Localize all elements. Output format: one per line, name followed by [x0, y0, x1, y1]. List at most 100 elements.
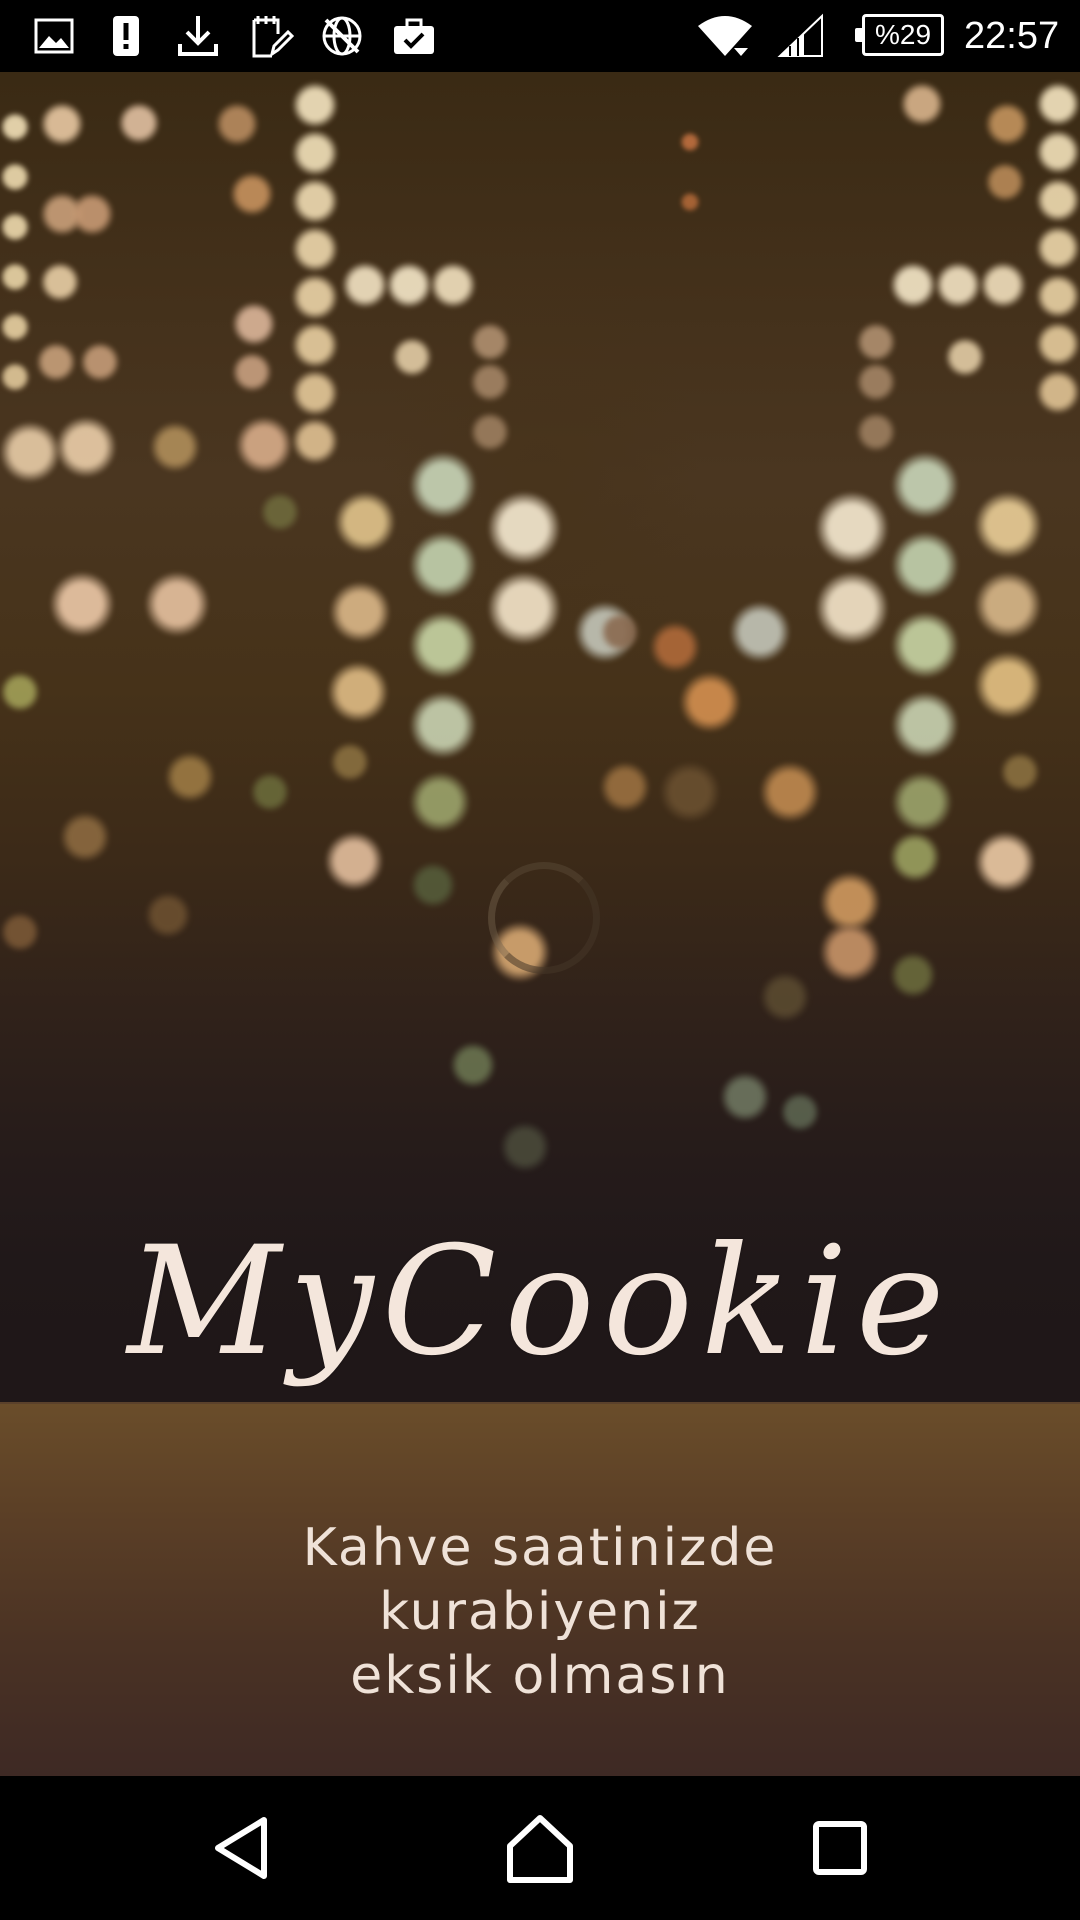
bokeh-light	[292, 418, 338, 464]
bokeh-light	[0, 162, 30, 192]
bokeh-light	[1036, 130, 1080, 174]
signal-icon	[776, 12, 826, 60]
bokeh-light	[680, 192, 700, 212]
bokeh-light	[975, 652, 1041, 718]
slogan-text: Kahve saatinizde kurabiyeniz eksik olmas…	[0, 1516, 1080, 1708]
home-icon[interactable]	[500, 1808, 580, 1888]
bokeh-light	[410, 612, 476, 678]
bokeh-light	[892, 772, 952, 832]
bokeh-light	[292, 178, 338, 224]
bokeh-light	[450, 1042, 496, 1088]
bokeh-light	[410, 452, 476, 518]
bokeh-light	[230, 172, 274, 216]
app-logo-title: MyCookie	[127, 1215, 953, 1389]
slogan-line: eksik olmasın	[350, 1646, 730, 1706]
bokeh-light	[985, 162, 1025, 202]
bokeh-light	[816, 492, 888, 564]
bokeh-light	[470, 412, 510, 452]
bokeh-light	[410, 692, 476, 758]
bokeh-light	[292, 226, 338, 272]
bokeh-light	[856, 322, 896, 362]
bokeh-light	[56, 417, 116, 477]
bokeh-light	[892, 532, 958, 598]
edit-note-icon	[246, 12, 294, 60]
bokeh-light	[292, 274, 338, 320]
bokeh-light	[410, 772, 470, 832]
bokeh-light	[330, 582, 390, 642]
bokeh-light	[1000, 752, 1040, 792]
bokeh-light	[1036, 82, 1080, 126]
bokeh-light	[40, 102, 84, 146]
slogan-line: kurabiyeniz	[379, 1582, 701, 1642]
bokeh-light	[145, 892, 191, 938]
bokeh-light	[215, 102, 259, 146]
bokeh-light	[410, 532, 476, 598]
bokeh-light	[50, 572, 114, 636]
bokeh-light	[260, 492, 300, 532]
bokeh-light	[0, 212, 30, 242]
bokeh-light	[892, 612, 958, 678]
bokeh-light	[0, 362, 30, 392]
bokeh-light	[975, 572, 1041, 638]
bokeh-light	[660, 762, 720, 822]
bokeh-light	[0, 422, 60, 482]
bokeh-light	[40, 262, 80, 302]
bokeh-light	[945, 337, 985, 377]
bokeh-light	[392, 337, 432, 377]
bokeh-light	[900, 82, 944, 126]
bokeh-light	[80, 342, 120, 382]
bokeh-light	[500, 1122, 550, 1172]
bokeh-light	[488, 492, 560, 564]
bokeh-light	[650, 622, 700, 672]
bokeh-light	[985, 102, 1029, 146]
loading-spinner	[488, 862, 600, 974]
bokeh-light	[1036, 226, 1080, 270]
bokeh-light	[760, 972, 810, 1022]
bokeh-light	[1036, 370, 1080, 414]
bokeh-light	[342, 262, 388, 308]
bokeh-light	[60, 812, 110, 862]
bokeh-light	[36, 342, 76, 382]
bokeh-light	[820, 922, 880, 982]
bokeh-light	[250, 772, 290, 812]
bokeh-light	[292, 370, 338, 416]
bokeh-light	[680, 132, 700, 152]
bokeh-light	[118, 102, 160, 144]
bokeh-light	[1036, 322, 1080, 366]
bokeh-light	[70, 192, 114, 236]
bokeh-light	[892, 692, 958, 758]
download-icon	[174, 12, 222, 60]
bokeh-light	[328, 662, 388, 722]
bokeh-light	[856, 362, 896, 402]
status-time: 22:57	[964, 15, 1060, 57]
wifi-icon	[696, 12, 754, 60]
recents-icon[interactable]	[800, 1808, 880, 1888]
bokeh-light	[890, 262, 936, 308]
bokeh-light	[236, 417, 292, 473]
bokeh-light	[816, 572, 888, 644]
bokeh-light	[470, 362, 510, 402]
bokeh-light	[680, 672, 740, 732]
bokeh-light	[145, 572, 209, 636]
splash-screen: MyCookie Kahve saatinizde kurabiyeniz ek…	[0, 72, 1080, 1776]
bokeh-light	[292, 130, 338, 176]
bokeh-light	[165, 752, 215, 802]
bokeh-light	[410, 862, 456, 908]
bokeh-light	[890, 832, 940, 882]
bokeh-light	[0, 262, 30, 292]
navigation-bar	[0, 1776, 1080, 1920]
bokeh-light	[975, 832, 1035, 892]
bokeh-light	[892, 452, 958, 518]
bokeh-light	[232, 352, 272, 392]
status-bar: %29 22:57	[0, 0, 1080, 72]
bokeh-light	[330, 742, 370, 782]
bokeh-light	[0, 312, 30, 342]
bokeh-light	[0, 672, 40, 712]
slogan-panel: Kahve saatinizde kurabiyeniz eksik olmas…	[0, 1402, 1080, 1776]
bokeh-light	[0, 112, 30, 142]
bokeh-light	[0, 912, 40, 952]
back-icon[interactable]	[202, 1808, 282, 1888]
image-icon	[30, 12, 78, 60]
bokeh-light	[325, 832, 383, 890]
bokeh-light	[856, 412, 896, 452]
